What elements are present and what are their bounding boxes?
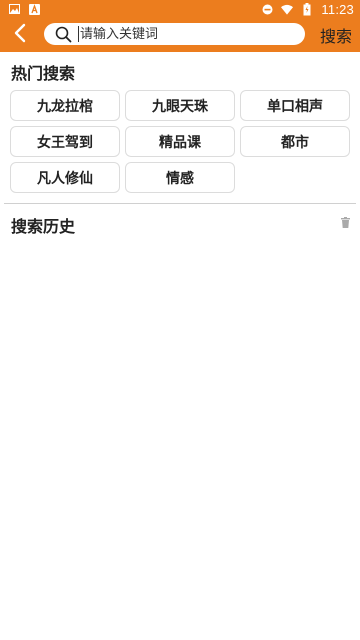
status-right: 11:23: [261, 2, 354, 17]
hot-tag[interactable]: 女王驾到: [10, 126, 120, 157]
hot-tag[interactable]: 精品课: [125, 126, 235, 157]
battery-icon: [301, 2, 313, 15]
hot-search-title: 热门搜索: [11, 64, 76, 83]
hot-tag[interactable]: 都市: [240, 126, 350, 157]
hot-tag[interactable]: 单口相声: [240, 90, 350, 121]
status-time: 11:23: [321, 1, 354, 17]
dnd-icon: [261, 3, 273, 15]
wifi-icon: [281, 3, 294, 15]
app-bar: 搜索: [0, 18, 360, 52]
clear-history-button[interactable]: [340, 216, 350, 228]
trash-icon: [340, 213, 350, 232]
search-button[interactable]: 搜索: [320, 18, 352, 52]
hot-tag[interactable]: 九眼天珠: [125, 90, 235, 121]
hot-tag[interactable]: 情感: [125, 162, 235, 193]
status-left: [8, 3, 40, 15]
hot-search-tags: 九龙拉棺 九眼天珠 单口相声 女王驾到 精品课 都市 凡人修仙 情感: [10, 90, 351, 193]
section-divider: [4, 203, 356, 204]
hot-tag[interactable]: 凡人修仙: [10, 162, 120, 193]
search-input[interactable]: [78, 26, 288, 42]
back-button[interactable]: [0, 18, 40, 52]
hot-tag[interactable]: 九龙拉棺: [10, 90, 120, 121]
status-bar: 11:23: [0, 0, 360, 18]
image-icon: [8, 3, 20, 15]
notification-a-icon: [28, 3, 40, 15]
chevron-left-icon: [13, 23, 27, 47]
search-icon: [54, 25, 72, 43]
search-history-title: 搜索历史: [11, 217, 76, 236]
search-box[interactable]: [44, 23, 305, 45]
